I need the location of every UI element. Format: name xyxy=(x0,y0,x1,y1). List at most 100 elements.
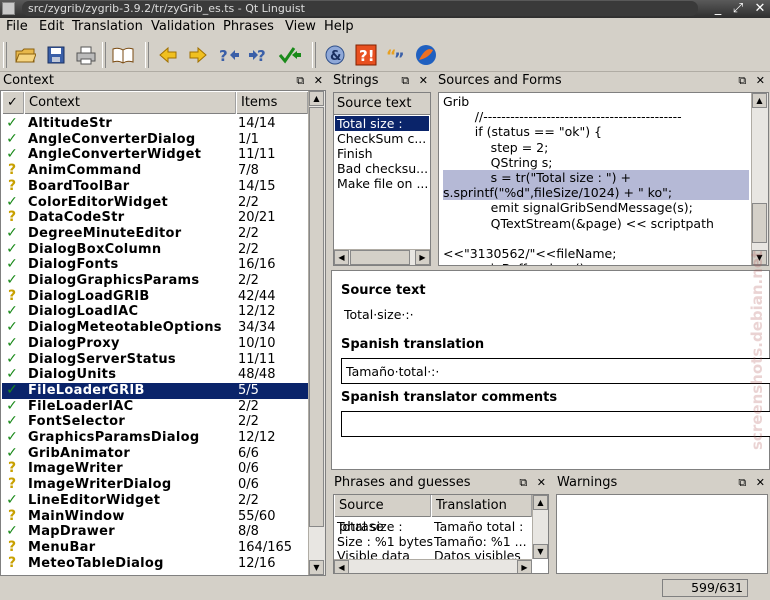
strings-hscroll-thumb[interactable] xyxy=(350,250,410,265)
context-row[interactable]: ✓ DialogGraphicsParams 2/2 xyxy=(2,272,308,289)
save-icon[interactable] xyxy=(43,42,69,68)
phrase-translation[interactable]: Tamaño total : xyxy=(434,519,530,534)
header-items[interactable]: Items xyxy=(236,92,308,114)
prev-icon[interactable] xyxy=(155,42,181,68)
scroll-thumb[interactable] xyxy=(309,107,324,527)
context-row[interactable]: ? DataCodeStr 20/21 xyxy=(2,209,308,226)
string-item[interactable]: Finish xyxy=(335,146,429,161)
context-row[interactable]: ✓ DialogUnits 48/48 xyxy=(2,366,308,383)
done-next-icon[interactable] xyxy=(277,42,303,68)
context-row[interactable]: ✓ AltitudeStr 14/14 xyxy=(2,115,308,132)
context-row[interactable]: ? ImageWriterDialog 0/6 xyxy=(2,476,308,493)
context-row[interactable]: ✓ DegreeMinuteEditor 2/2 xyxy=(2,225,308,242)
string-item[interactable]: CheckSum c... xyxy=(335,131,429,146)
phrases-vscroll[interactable]: ▲ ▼ xyxy=(532,495,548,559)
translation-input[interactable]: Tamaño·total·:· xyxy=(341,358,770,384)
context-row[interactable]: ✓ FileLoaderIAC 2/2 xyxy=(2,398,308,415)
accelerators-icon[interactable]: & xyxy=(322,42,348,68)
open-icon[interactable] xyxy=(12,42,38,68)
toolbar-grip-2[interactable] xyxy=(102,42,106,68)
toolbar-grip-3[interactable] xyxy=(145,42,149,68)
pane-float-close-icons[interactable]: ⧉ ✕ xyxy=(296,72,326,89)
context-row[interactable]: ? AnimCommand 7/8 xyxy=(2,162,308,179)
strings-header[interactable]: Source text xyxy=(334,93,430,115)
header-context[interactable]: Context xyxy=(24,92,236,114)
context-row[interactable]: ✓ DialogServerStatus 11/11 xyxy=(2,351,308,368)
phrase-match-icon[interactable]: “” xyxy=(383,42,409,68)
context-row[interactable]: ✓ ColorEditorWidget 2/2 xyxy=(2,194,308,211)
scroll-right-icon[interactable]: ▶ xyxy=(415,250,430,265)
menu-edit[interactable]: Edit xyxy=(39,19,64,34)
window-menu-icon[interactable] xyxy=(2,2,15,15)
context-row[interactable]: ? DialogLoadGRIB 42/44 xyxy=(2,288,308,305)
pane-float-close-icons[interactable]: ⧉ ✕ xyxy=(519,474,549,491)
source-code-view[interactable]: Grib //---------------------------------… xyxy=(438,92,769,266)
string-item[interactable]: Make file on ... xyxy=(335,176,429,191)
ending-punctuation-icon[interactable]: ?! xyxy=(353,42,379,68)
menu-validation[interactable]: Validation xyxy=(151,19,215,34)
menu-translation[interactable]: Translation xyxy=(72,19,143,34)
context-row[interactable]: ✓ DialogProxy 10/10 xyxy=(2,335,308,352)
scroll-left-icon[interactable]: ◀ xyxy=(334,250,349,265)
menu-view[interactable]: View xyxy=(285,19,316,34)
context-row[interactable]: ? ImageWriter 0/6 xyxy=(2,460,308,477)
menu-help[interactable]: Help xyxy=(324,19,354,34)
header-translation[interactable]: Translation xyxy=(431,495,532,517)
context-row[interactable]: ✓ LineEditorWidget 2/2 xyxy=(2,492,308,509)
string-item[interactable]: Bad checksu... xyxy=(335,161,429,176)
scroll-left-icon[interactable]: ◀ xyxy=(334,560,349,573)
context-row[interactable]: ✓ DialogBoxColumn 2/2 xyxy=(2,241,308,258)
menu-file[interactable]: File xyxy=(6,19,28,34)
context-row[interactable]: ✓ GraphicsParamsDialog 12/12 xyxy=(2,429,308,446)
scroll-down-icon[interactable]: ▼ xyxy=(309,560,324,575)
context-row[interactable]: ✓ FileLoaderGRIB 5/5 xyxy=(2,382,308,399)
header-source-phrase[interactable]: Source phrase xyxy=(334,495,431,535)
toolbar-grip[interactable] xyxy=(3,42,7,68)
place-marker-icon[interactable] xyxy=(413,42,439,68)
toolbar-grip-4[interactable] xyxy=(312,42,316,68)
phrasebook-icon[interactable] xyxy=(110,42,136,68)
context-row[interactable]: ✓ FontSelector 2/2 xyxy=(2,413,308,430)
code-line: ioBuffer.close(); xyxy=(443,261,749,265)
context-row[interactable]: ✓ DialogMeteotableOptions 34/34 xyxy=(2,319,308,336)
phrase-source[interactable]: Size : %1 bytes xyxy=(337,534,433,549)
pane-float-close-icons[interactable]: ⧉ ✕ xyxy=(738,474,768,491)
translation-count: 599/631 xyxy=(662,579,748,597)
scroll-down-icon[interactable]: ▼ xyxy=(533,544,548,559)
pane-float-close-icons[interactable]: ⧉ ✕ xyxy=(738,72,768,89)
scroll-up-icon[interactable]: ▲ xyxy=(533,495,548,510)
next-unfinished-icon[interactable]: ? xyxy=(246,42,272,68)
context-row[interactable]: ✓ AngleConverterWidget 11/11 xyxy=(2,146,308,163)
close-icon[interactable]: ✕ xyxy=(752,1,768,17)
prev-unfinished-icon[interactable]: ? xyxy=(216,42,242,68)
phrases-hscroll[interactable]: ◀ ▶ xyxy=(334,559,532,573)
scroll-right-icon[interactable]: ▶ xyxy=(517,560,532,573)
context-scrollbar[interactable]: ▲ ▼ xyxy=(308,91,325,575)
context-row[interactable]: ✓ AngleConverterDialog 1/1 xyxy=(2,131,308,148)
phrase-translation[interactable]: Tamaño: %1 ... xyxy=(434,534,530,549)
print-icon[interactable] xyxy=(73,42,99,68)
context-row[interactable]: ? MeteoTableDialog 12/16 xyxy=(2,555,308,572)
pane-float-close-icons[interactable]: ⧉ ✕ xyxy=(401,72,431,89)
string-item[interactable]: Total size : xyxy=(335,116,429,131)
phrase-source[interactable]: Total size : xyxy=(337,519,403,534)
next-icon[interactable] xyxy=(185,42,211,68)
context-row[interactable]: ✓ MapDrawer 8/8 xyxy=(2,523,308,540)
strings-list[interactable]: Source text Total size : CheckSum c... Fin… xyxy=(333,92,431,266)
context-row[interactable]: ? MenuBar 164/165 xyxy=(2,539,308,556)
scroll-up-icon[interactable]: ▲ xyxy=(309,91,324,106)
context-row[interactable]: ✓ DialogLoadIAC 12/12 xyxy=(2,303,308,320)
scroll-up-icon[interactable]: ▲ xyxy=(752,93,767,108)
menu-phrases[interactable]: Phrases xyxy=(223,19,274,34)
context-row[interactable]: ✓ GribAnimator 6/6 xyxy=(2,445,308,462)
comments-input[interactable] xyxy=(341,411,770,437)
phrases-table[interactable]: Source phrase Translation Total size : Ta… xyxy=(333,494,549,574)
context-row[interactable]: ✓ DialogFonts 16/16 xyxy=(2,256,308,273)
header-check-icon[interactable]: ✓ xyxy=(2,92,24,114)
context-row[interactable]: ? BoardToolBar 14/15 xyxy=(2,178,308,195)
strings-hscroll[interactable]: ◀ ▶ xyxy=(334,249,430,265)
context-row[interactable]: ? MainWindow 55/60 xyxy=(2,508,308,525)
maximize-icon[interactable]: ⤢ xyxy=(730,1,746,17)
warnings-list[interactable] xyxy=(556,494,768,574)
minimize-icon[interactable]: _ xyxy=(710,1,726,17)
